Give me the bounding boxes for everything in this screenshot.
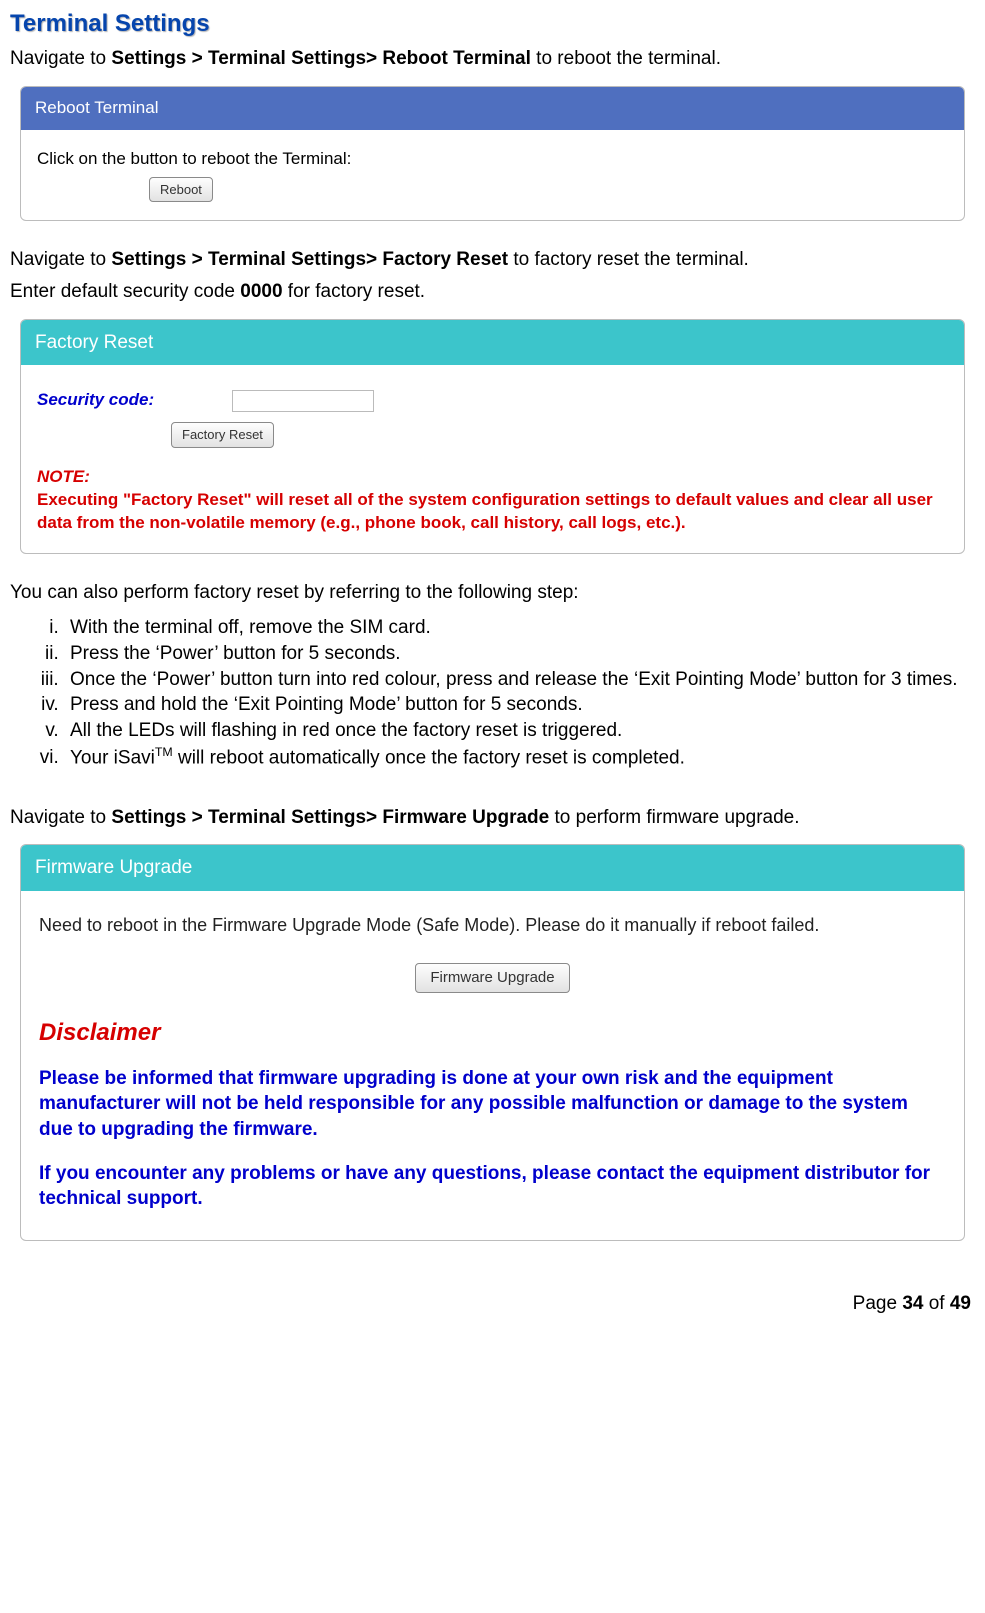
factory-nav-line: Navigate to Settings > Terminal Settings… — [10, 247, 975, 273]
disclaimer-p1: Please be informed that firmware upgradi… — [39, 1066, 946, 1143]
reboot-panel-header: Reboot Terminal — [21, 87, 964, 130]
text: Navigate to — [10, 249, 111, 270]
reboot-instruction: Click on the button to reboot the Termin… — [37, 148, 948, 171]
list-item: Your iSaviTM will reboot automatically o… — [64, 744, 973, 771]
text: Navigate to — [10, 807, 111, 828]
text: will reboot automatically once the facto… — [173, 747, 685, 768]
disclaimer-p2: If you encounter any problems or have an… — [39, 1161, 946, 1212]
firmware-upgrade-button[interactable]: Firmware Upgrade — [415, 963, 569, 993]
firmware-message: Need to reboot in the Firmware Upgrade M… — [39, 913, 946, 937]
firmware-panel-body: Need to reboot in the Firmware Upgrade M… — [21, 891, 964, 1240]
factory-steps-list: With the terminal off, remove the SIM ca… — [10, 615, 975, 770]
reboot-panel-body: Click on the button to reboot the Termin… — [21, 130, 964, 220]
text: of — [923, 1293, 949, 1314]
security-code-label: Security code: — [37, 389, 227, 412]
default-code: 0000 — [240, 281, 282, 302]
text: for factory reset. — [283, 281, 426, 302]
list-item: Press the ‘Power’ button for 5 seconds. — [64, 641, 973, 667]
factory-panel-header: Factory Reset — [21, 320, 964, 366]
list-item: Once the ‘Power’ button turn into red co… — [64, 667, 973, 693]
text: Navigate to — [10, 48, 111, 69]
breadcrumb-reboot: Settings > Terminal Settings> Reboot Ter… — [111, 48, 530, 69]
text: Page — [853, 1293, 903, 1314]
factory-reset-button[interactable]: Factory Reset — [171, 422, 274, 448]
text: to perform firmware upgrade. — [549, 807, 799, 828]
page-title: Terminal Settings — [10, 8, 975, 40]
list-item: All the LEDs will flashing in red once t… — [64, 718, 973, 744]
factory-note: NOTE: Executing "Factory Reset" will res… — [37, 466, 948, 535]
security-code-input[interactable] — [232, 390, 374, 412]
text: to reboot the terminal. — [531, 48, 721, 69]
factory-panel-body: Security code: Factory Reset NOTE: Execu… — [21, 365, 964, 552]
firmware-panel-header: Firmware Upgrade — [21, 845, 964, 891]
page-footer: Page 34 of 49 — [10, 1291, 975, 1317]
text: to factory reset the terminal. — [508, 249, 749, 270]
disclaimer-heading: Disclaimer — [39, 1017, 946, 1049]
list-item: Press and hold the ‘Exit Pointing Mode’ … — [64, 692, 973, 718]
text: Enter default security code — [10, 281, 240, 302]
trademark-sup: TM — [155, 745, 173, 759]
breadcrumb-factory: Settings > Terminal Settings> Factory Re… — [111, 249, 508, 270]
reboot-button[interactable]: Reboot — [149, 177, 213, 203]
factory-alt-intro: You can also perform factory reset by re… — [10, 580, 975, 606]
note-title: NOTE: — [37, 466, 948, 489]
factory-panel: Factory Reset Security code: Factory Res… — [20, 319, 965, 554]
factory-code-line: Enter default security code 0000 for fac… — [10, 279, 975, 305]
firmware-nav-line: Navigate to Settings > Terminal Settings… — [10, 805, 975, 831]
note-body: Executing "Factory Reset" will reset all… — [37, 489, 948, 535]
firmware-panel: Firmware Upgrade Need to reboot in the F… — [20, 844, 965, 1241]
reboot-nav-line: Navigate to Settings > Terminal Settings… — [10, 46, 975, 72]
list-item: With the terminal off, remove the SIM ca… — [64, 615, 973, 641]
reboot-panel: Reboot Terminal Click on the button to r… — [20, 86, 965, 221]
page-total: 49 — [950, 1293, 971, 1314]
breadcrumb-firmware: Settings > Terminal Settings> Firmware U… — [111, 807, 549, 828]
page-current: 34 — [902, 1293, 923, 1314]
text: Your iSavi — [70, 747, 155, 768]
